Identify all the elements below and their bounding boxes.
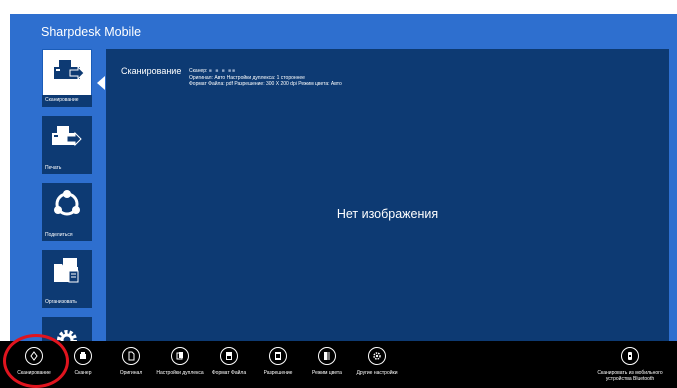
share-icon: [42, 187, 92, 221]
scanner-name-masked: ■ ■ ■ ■■: [208, 68, 237, 74]
color-mode-button[interactable]: Режим цвета: [300, 346, 354, 386]
sidebar-item-label: Печать: [45, 165, 62, 171]
scan-preview-panel: Сканирование Сканер: ■ ■ ■ ■■ Оригинал: …: [106, 49, 669, 388]
sidebar-item-organize[interactable]: Организовать: [42, 250, 92, 308]
color-mode-label: Режим цвета: [312, 370, 342, 376]
bottom-app-bar: Сканирование Сканер Оригинал Настройки д…: [0, 341, 677, 388]
duplex-settings-label: Настройки дуплекса: [156, 370, 204, 376]
mobile-scan-label: Сканировать из мобильного устройства Blu…: [597, 370, 663, 382]
panel-title: Сканирование: [121, 66, 182, 76]
folder-icon: [42, 254, 92, 288]
sidebar-item-print[interactable]: Печать: [42, 116, 92, 174]
original-button[interactable]: Оригинал: [104, 346, 158, 386]
format-resolution-color-line: Формат Файла: pdf Разрешение: 300 X 200 …: [189, 81, 342, 87]
resolution-label: Разрешение: [263, 370, 293, 376]
sidebar-item-label: Организовать: [45, 299, 77, 305]
document-icon: [122, 347, 140, 365]
app-title: Sharpdesk Mobile: [41, 25, 142, 39]
sidebar-item-share[interactable]: Поделиться: [42, 183, 92, 241]
sidebar-item-label: Сканирование: [42, 95, 92, 107]
settings-icon: [368, 347, 386, 365]
file-format-button[interactable]: Формат Файла: [202, 346, 256, 386]
other-settings-button[interactable]: Другие настройки: [350, 346, 404, 386]
mobile-scan-icon: [621, 347, 639, 365]
scanner-select-icon: [74, 347, 92, 365]
color-mode-icon: [318, 347, 336, 365]
mobile-scan-button[interactable]: Сканировать из мобильного устройства Blu…: [588, 346, 672, 386]
empty-preview-message: Нет изображения: [336, 207, 439, 221]
printer-icon: [42, 120, 92, 154]
original-button-label: Оригинал: [119, 370, 143, 376]
sidebar-item-label: Поделиться: [45, 232, 73, 238]
scanner-icon: [43, 54, 93, 88]
resolution-button[interactable]: Разрешение: [251, 346, 305, 386]
scanner-label: Сканер:: [189, 68, 209, 74]
resolution-icon: [269, 347, 287, 365]
scan-settings-summary: Сканер: ■ ■ ■ ■■ Оригинал: Авто Настройк…: [189, 68, 342, 88]
duplex-settings-button[interactable]: Настройки дуплекса: [153, 346, 207, 386]
duplex-icon: [171, 347, 189, 365]
highlight-annotation: [3, 334, 69, 388]
file-format-icon: [220, 347, 238, 365]
other-settings-label: Другие настройки: [356, 370, 398, 376]
selection-pointer: [97, 76, 105, 90]
app-window: Sharpdesk Mobile Сканирование Печать Под…: [10, 14, 677, 388]
file-format-label: Формат Файла: [211, 370, 247, 376]
sidebar-item-scan[interactable]: Сканирование: [42, 49, 92, 107]
